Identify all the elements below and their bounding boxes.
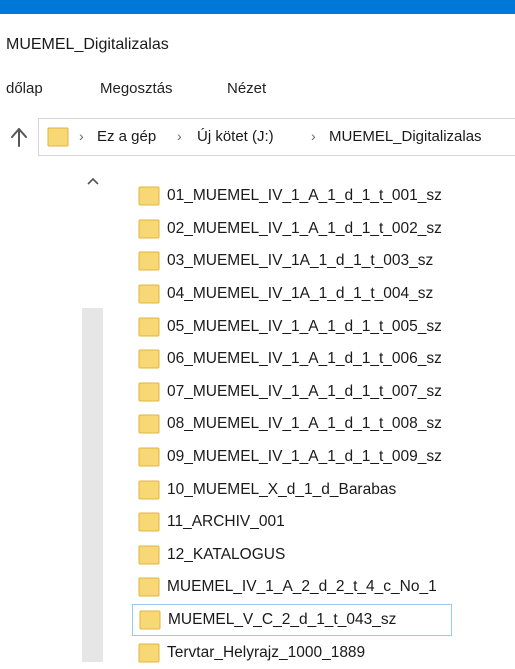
list-item[interactable]: 11_ARCHIV_001: [138, 506, 515, 539]
window-title: MUEMEL_Digitalizalas: [6, 36, 169, 53]
breadcrumb-separator: ›: [79, 128, 84, 144]
folder-icon: [47, 127, 69, 147]
list-item[interactable]: 01_MUEMEL_IV_1_A_1_d_1_t_001_sz: [138, 180, 515, 213]
file-name: MUEMEL_IV_1_A_2_d_2_t_4_c_No_1: [167, 578, 437, 596]
file-name: 08_MUEMEL_IV_1_A_1_d_1_t_008_sz: [167, 415, 442, 433]
breadcrumb-this-pc[interactable]: Ez a gép: [97, 128, 156, 145]
file-name: 01_MUEMEL_IV_1_A_1_d_1_t_001_sz: [167, 187, 442, 205]
list-item[interactable]: 09_MUEMEL_IV_1_A_1_d_1_t_009_sz: [138, 441, 515, 474]
folder-icon: [138, 577, 160, 597]
list-item[interactable]: MUEMEL_IV_1_A_2_d_2_t_4_c_No_1: [138, 571, 515, 604]
list-item[interactable]: 04_MUEMEL_IV_1A_1_d_1_t_004_sz: [138, 278, 515, 311]
file-list: 01_MUEMEL_IV_1_A_1_d_1_t_001_sz 02_MUEME…: [132, 180, 515, 669]
list-item[interactable]: 12_KATALOGUS: [138, 539, 515, 572]
chevron-up-icon[interactable]: [86, 176, 100, 186]
address-bar[interactable]: › Ez a gép › Új kötet (J:) › MUEMEL_Digi…: [38, 118, 515, 156]
file-name: 03_MUEMEL_IV_1A_1_d_1_t_003_sz: [167, 252, 434, 270]
file-name: 05_MUEMEL_IV_1_A_1_d_1_t_005_sz: [167, 317, 442, 335]
tab-view[interactable]: Nézet: [227, 80, 266, 97]
folder-icon: [138, 186, 160, 206]
file-name: 09_MUEMEL_IV_1_A_1_d_1_t_009_sz: [167, 448, 442, 466]
folder-icon: [138, 284, 160, 304]
folder-icon: [138, 447, 160, 467]
scrollbar-thumb[interactable]: [82, 308, 103, 662]
list-item[interactable]: 05_MUEMEL_IV_1_A_1_d_1_t_005_sz: [138, 310, 515, 343]
list-item[interactable]: 07_MUEMEL_IV_1_A_1_d_1_t_007_sz: [138, 376, 515, 409]
file-name: 12_KATALOGUS: [167, 545, 286, 563]
folder-icon: [138, 480, 160, 500]
folder-icon: [138, 512, 160, 532]
folder-icon: [138, 382, 160, 402]
list-item-focused[interactable]: MUEMEL_V_C_2_d_1_t_043_sz: [132, 603, 452, 637]
folder-icon: [138, 643, 160, 663]
file-name: Tervtar_Helyrajz_1000_1889: [167, 643, 366, 661]
list-item[interactable]: 10_MUEMEL_X_d_1_d_Barabas: [138, 473, 515, 506]
file-name: 11_ARCHIV_001: [167, 513, 285, 531]
breadcrumb-current-folder[interactable]: MUEMEL_Digitalizalas: [329, 128, 482, 145]
file-name: MUEMEL_V_C_2_d_1_t_043_sz: [168, 611, 397, 629]
list-item[interactable]: 02_MUEMEL_IV_1_A_1_d_1_t_002_sz: [138, 213, 515, 246]
tab-home[interactable]: dőlap: [6, 80, 43, 97]
tab-share[interactable]: Megosztás: [100, 80, 173, 97]
list-item[interactable]: 08_MUEMEL_IV_1_A_1_d_1_t_008_sz: [138, 408, 515, 441]
list-item[interactable]: Tervtar_Helyrajz_1000_1889: [138, 636, 515, 669]
folder-icon: [139, 610, 161, 630]
folder-icon: [138, 251, 160, 271]
file-name: 06_MUEMEL_IV_1_A_1_d_1_t_006_sz: [167, 350, 442, 368]
file-name: 02_MUEMEL_IV_1_A_1_d_1_t_002_sz: [167, 219, 442, 237]
file-name: 04_MUEMEL_IV_1A_1_d_1_t_004_sz: [167, 285, 434, 303]
list-item[interactable]: 06_MUEMEL_IV_1_A_1_d_1_t_006_sz: [138, 343, 515, 376]
breadcrumb-volume[interactable]: Új kötet (J:): [197, 128, 274, 145]
folder-icon: [138, 414, 160, 434]
list-item[interactable]: 03_MUEMEL_IV_1A_1_d_1_t_003_sz: [138, 245, 515, 278]
folder-icon: [138, 317, 160, 337]
file-name: 10_MUEMEL_X_d_1_d_Barabas: [167, 480, 397, 498]
title-bar-accent: [0, 0, 515, 14]
file-name: 07_MUEMEL_IV_1_A_1_d_1_t_007_sz: [167, 382, 442, 400]
folder-icon: [138, 349, 160, 369]
up-arrow-icon[interactable]: [8, 126, 30, 148]
breadcrumb-separator: ›: [311, 128, 316, 144]
breadcrumb-separator: ›: [177, 128, 182, 144]
folder-icon: [138, 219, 160, 239]
folder-icon: [138, 545, 160, 565]
